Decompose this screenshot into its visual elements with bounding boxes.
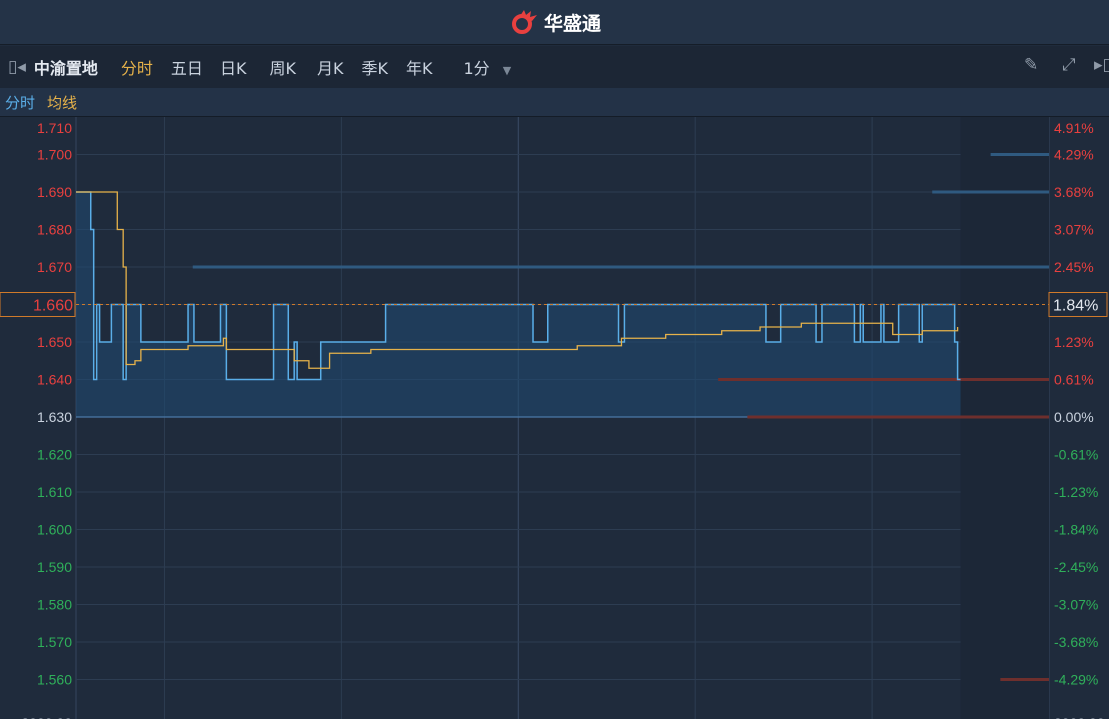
percent-tick-label: 4.29%	[1054, 147, 1094, 163]
price-tick-label: 1.560	[37, 672, 72, 688]
percent-tick-label: 0.00%	[1054, 409, 1094, 425]
percent-tick-label: -1.84%	[1054, 522, 1098, 538]
price-tick-label: 1.680	[37, 222, 72, 238]
depth-bar	[718, 378, 1049, 381]
price-tick-label: 1.610	[37, 484, 72, 500]
price-tick-label: 1.600	[37, 522, 72, 538]
price-tick-label: 1.690	[37, 184, 72, 200]
chevron-down-icon: ▼	[502, 64, 512, 77]
depth-bar	[192, 265, 1049, 269]
depth-bar	[1000, 678, 1049, 681]
price-tick-label: 1.650	[37, 334, 72, 350]
price-tick-label: 1.630	[37, 409, 72, 425]
current-price-text: 1.660	[33, 298, 73, 315]
title-bar: 华盛通	[0, 0, 1109, 45]
price-tick-label: 1.580	[37, 597, 72, 613]
current-change-text: 1.84%	[1053, 298, 1098, 315]
pencil-icon[interactable]: ✎	[1024, 55, 1038, 75]
collapse-left-icon[interactable]: ▯◂	[8, 57, 26, 77]
price-tick-label: 1.670	[37, 259, 72, 275]
brand-logo: 华盛通	[508, 9, 601, 36]
volume-label-right: 3000.00	[1054, 715, 1105, 719]
current-price-tag: 1.660	[0, 292, 76, 317]
tab-weekly-k[interactable]: 周K	[255, 55, 305, 79]
tab-monthly-k[interactable]: 月K	[305, 55, 353, 79]
tab-five-day[interactable]: 五日	[162, 55, 212, 79]
percent-tick-label: -3.07%	[1054, 597, 1098, 613]
brand-flame-icon	[511, 10, 537, 34]
percent-tick-label: 1.23%	[1054, 334, 1094, 350]
percent-tick-label: -1.23%	[1054, 484, 1098, 500]
period-toolbar: ▯◂ 中渝置地 分时 五日 日K 周K 月K 季K 年K 1分 ▼ ✎ ⤢ ▸▯	[0, 46, 1109, 88]
tab-daily-k[interactable]: 日K	[212, 55, 256, 79]
brand-name: 华盛通	[543, 12, 601, 35]
depth-bar	[990, 153, 1049, 156]
percent-tick-label: -2.45%	[1054, 559, 1098, 575]
depth-bar	[932, 190, 1049, 194]
price-tick-label: 1.710	[37, 120, 72, 136]
current-change-tag: 1.84%	[1048, 292, 1108, 317]
tab-yearly-k[interactable]: 年K	[397, 55, 442, 79]
interval-select[interactable]: 1分 ▼	[441, 55, 520, 79]
volume-label-left: 3000.00	[21, 715, 72, 719]
percent-tick-label: 2.45%	[1054, 259, 1094, 275]
percent-tick-label: -4.29%	[1054, 672, 1098, 688]
percent-tick-label: 3.07%	[1054, 222, 1094, 238]
percent-tick-label: 4.91%	[1054, 120, 1094, 136]
percent-tick-label: -0.61%	[1054, 447, 1098, 463]
intraday-chart[interactable]: 1.710 4.91% 1.700 4.29% 1.690 3.68% 1.680 3.07%…	[0, 117, 1109, 719]
legend-average: 均线	[47, 93, 78, 112]
interval-value: 1分	[463, 59, 490, 78]
price-tick-label: 1.570	[37, 634, 72, 650]
chart-legend: 分时 均线	[0, 88, 1109, 117]
percent-tick-label: 0.61%	[1054, 372, 1094, 388]
fullscreen-icon[interactable]: ⤢	[1062, 55, 1076, 75]
price-tick-label: 1.620	[37, 447, 72, 463]
legend-price: 分时	[5, 93, 36, 112]
tab-quarterly-k[interactable]: 季K	[352, 55, 397, 79]
price-tick-label: 1.640	[37, 372, 72, 388]
collapse-right-icon[interactable]: ▸▯	[1094, 55, 1109, 75]
percent-tick-label: -3.68%	[1054, 634, 1098, 650]
percent-tick-label: 3.68%	[1054, 184, 1094, 200]
tab-intraday[interactable]: 分时	[107, 55, 162, 79]
price-tick-label: 1.590	[37, 559, 72, 575]
depth-bar	[747, 415, 1049, 419]
price-tick-label: 1.700	[37, 147, 72, 163]
stock-name: 中渝置地	[33, 59, 98, 78]
